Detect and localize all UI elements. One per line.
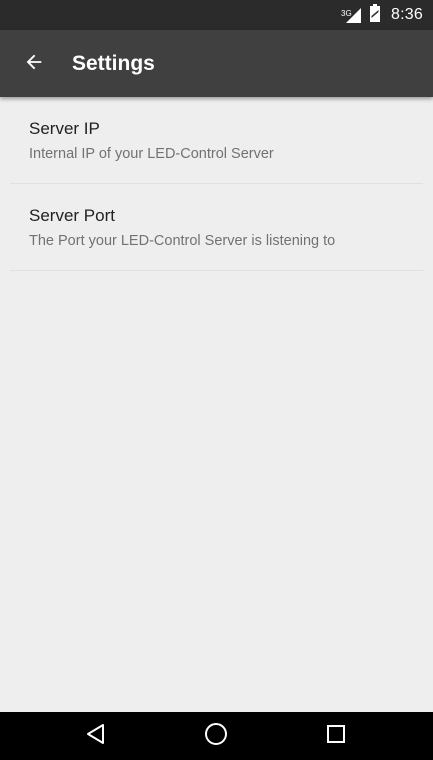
preferences-list: Server IP Internal IP of your LED-Contro… — [0, 97, 433, 712]
preference-title: Server IP — [29, 119, 100, 138]
navigation-bar — [0, 712, 433, 760]
preference-server-ip[interactable]: Server IP Internal IP of your LED-Contro… — [0, 97, 433, 184]
recents-square-icon — [325, 723, 347, 750]
signal-icon: 3G — [341, 5, 363, 25]
screen: 3G 8:36 Settings Server IP Internal IP o… — [0, 0, 433, 760]
nav-home-button[interactable] — [186, 712, 246, 760]
status-icons: 3G 8:36 — [341, 0, 423, 30]
nav-back-button[interactable] — [66, 712, 126, 760]
app-bar: Settings — [0, 30, 433, 97]
arrow-back-icon — [23, 51, 45, 78]
nav-recents-button[interactable] — [306, 712, 366, 760]
status-bar: 3G 8:36 — [0, 0, 433, 30]
back-button[interactable] — [14, 44, 54, 84]
divider — [10, 270, 423, 271]
home-circle-icon — [203, 721, 229, 752]
preference-server-port[interactable]: Server Port The Port your LED-Control Se… — [0, 184, 433, 271]
status-time: 8:36 — [391, 6, 423, 23]
preference-summary: Internal IP of your LED-Control Server — [29, 146, 274, 162]
preference-title: Server Port — [29, 206, 115, 225]
battery-icon — [369, 3, 381, 28]
preference-summary: The Port your LED-Control Server is list… — [29, 233, 336, 249]
page-title: Settings — [72, 52, 155, 75]
back-triangle-icon — [84, 722, 108, 751]
